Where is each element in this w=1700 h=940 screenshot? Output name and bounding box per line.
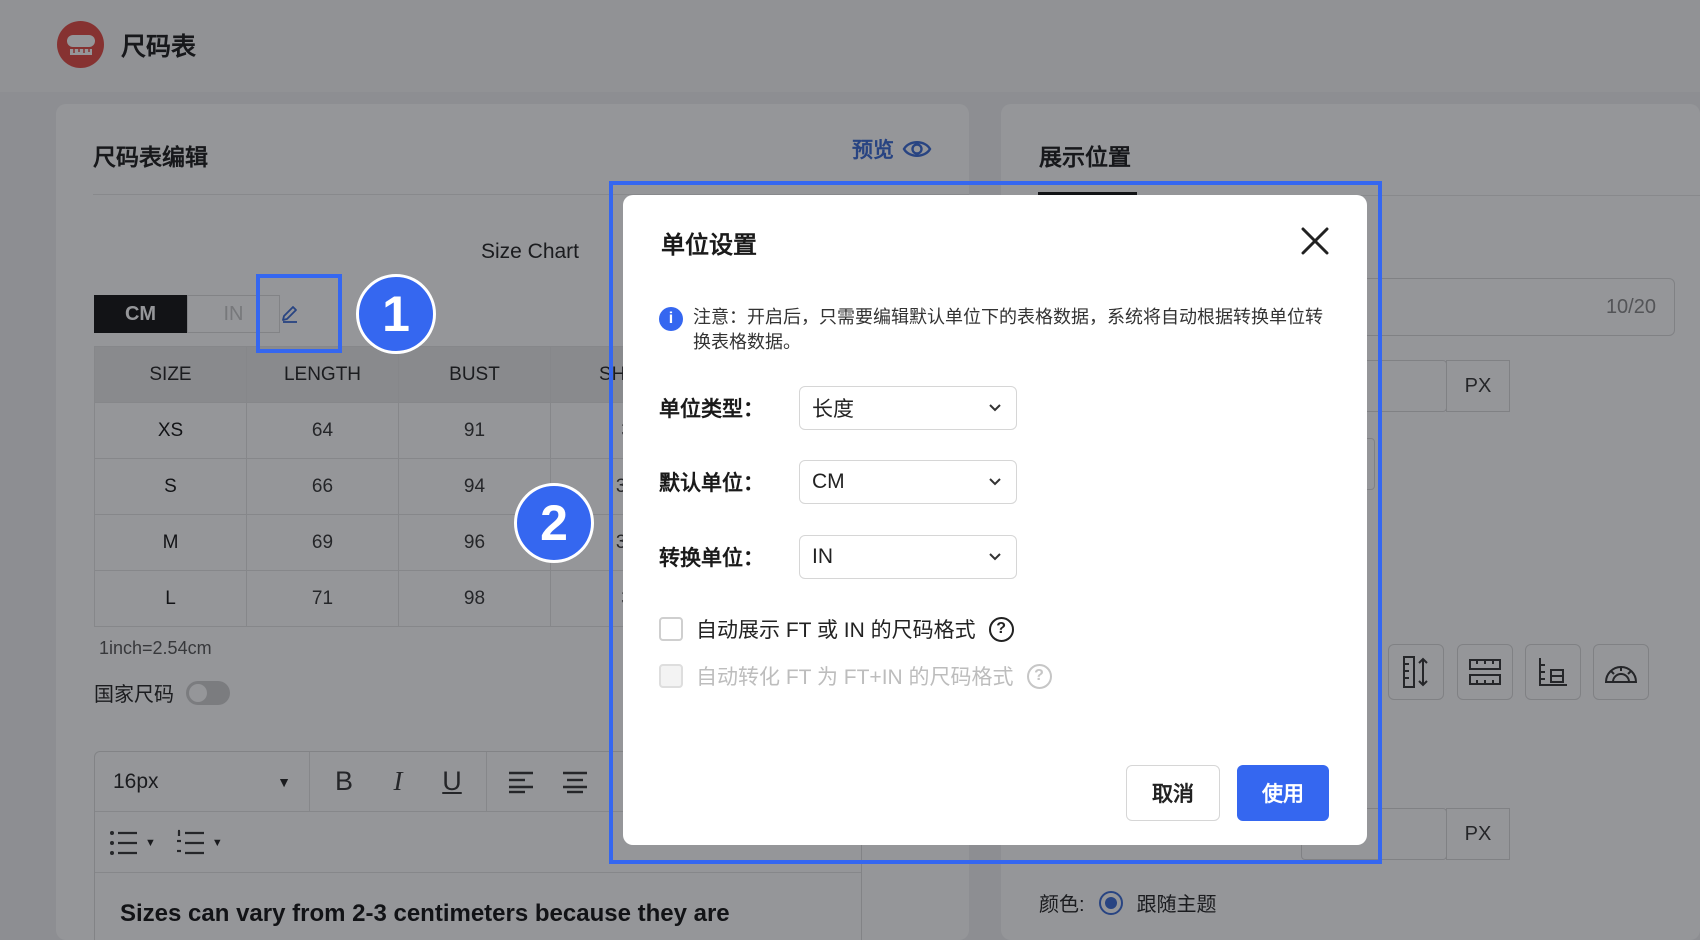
- annotation-badge-2: 2: [514, 483, 594, 563]
- annotation-box-1: [256, 274, 342, 353]
- annotation-badge-1: 1: [356, 274, 436, 354]
- annotation-box-2: [609, 181, 1382, 864]
